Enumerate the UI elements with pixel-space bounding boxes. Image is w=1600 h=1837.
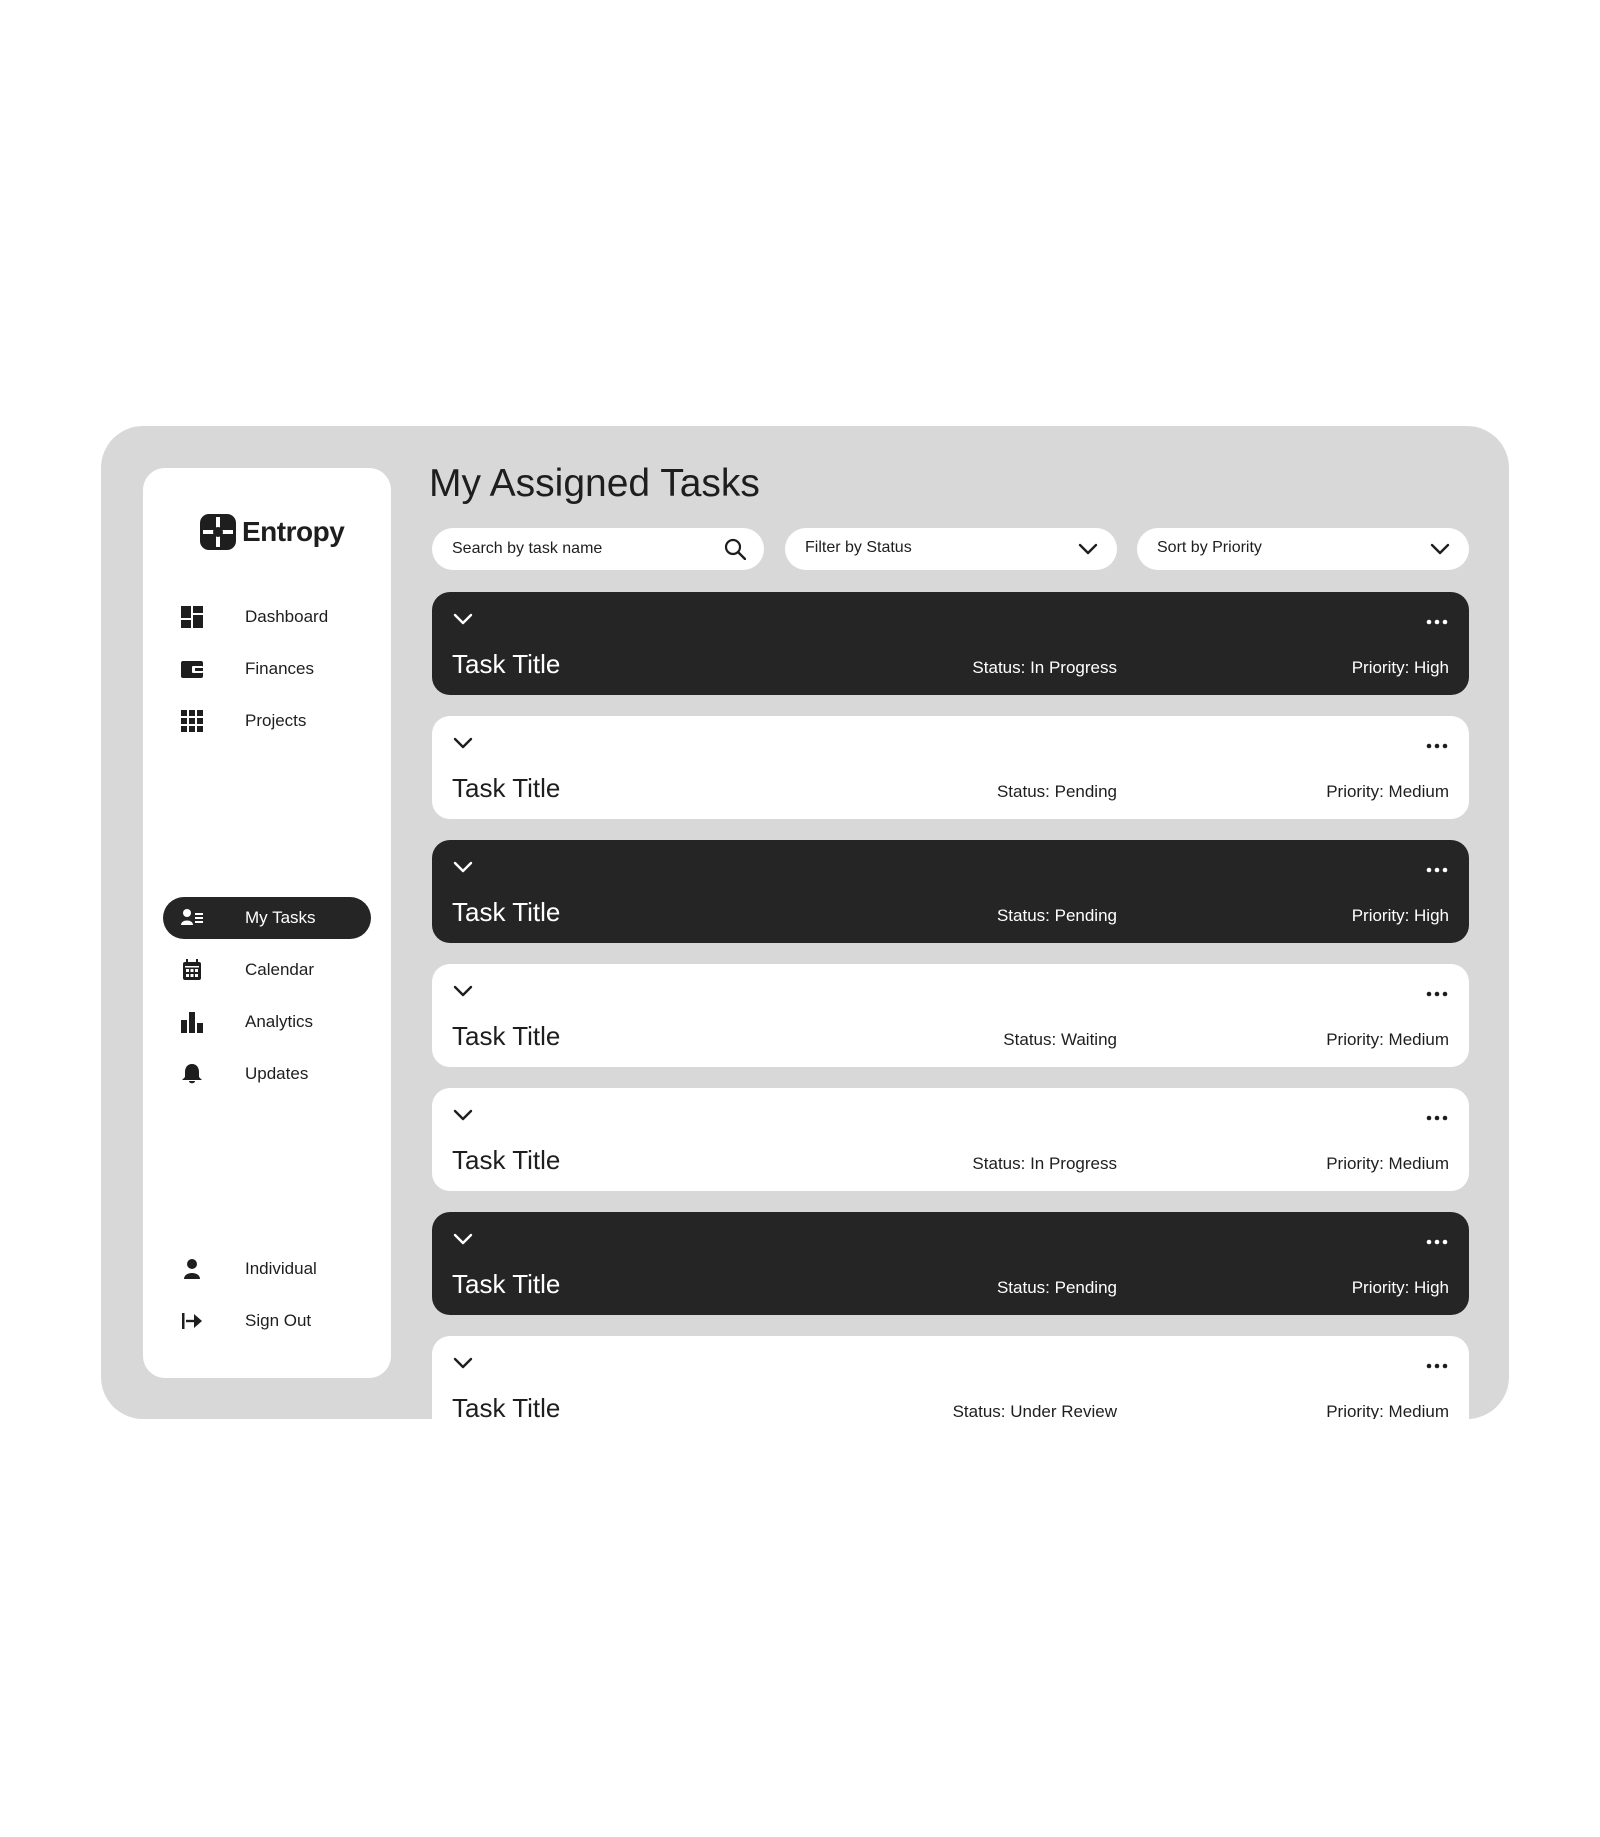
task-priority: Priority: High [1351,906,1449,925]
sidebar-item-label: Updates [245,1064,309,1083]
more-options-icon[interactable] [1425,1108,1449,1128]
sidebar-item-my-tasks[interactable]: My Tasks [163,897,371,939]
dashboard-icon [181,606,203,628]
task-title: Task Title [452,649,561,679]
task-priority: Priority: High [1351,1278,1449,1297]
sidebar-item-dashboard[interactable]: Dashboard [163,596,371,638]
sidebar: Entropy Dashboard Finances Projects My T… [143,468,391,1378]
bar-chart-icon [181,1012,203,1033]
task-status: Status: Under Review [952,1402,1117,1419]
sidebar-item-label: Dashboard [245,607,329,626]
task-priority: Priority: Medium [1326,1030,1449,1049]
more-options-icon[interactable] [1425,984,1449,1004]
sidebar-item-label: Projects [245,711,307,730]
task-priority: Priority: Medium [1326,782,1449,801]
task-title: Task Title [452,773,561,803]
status-filter-dropdown[interactable]: Filter by Status [785,528,1117,570]
more-options-icon[interactable] [1425,736,1449,756]
task-priority: Priority: High [1351,658,1449,677]
task-card[interactable]: Task Title Status: Under Review Priority… [432,1336,1469,1419]
sidebar-item-label: Sign Out [245,1311,312,1330]
status-filter-label: Filter by Status [805,539,912,556]
more-options-icon[interactable] [1425,612,1449,632]
person-icon [184,1259,200,1279]
calendar-icon [183,959,201,980]
sidebar-item-finances[interactable]: Finances [163,648,371,690]
task-status: Status: Pending [996,1278,1117,1297]
brand-name: Entropy [242,516,345,547]
chevron-down-icon [1430,543,1450,555]
task-status: Status: Pending [996,782,1117,801]
page-title: My Assigned Tasks [429,462,760,505]
priority-sort-label: Sort by Priority [1157,539,1262,556]
user-list-icon [181,909,203,925]
more-options-icon[interactable] [1425,860,1449,880]
sidebar-item-calendar[interactable]: Calendar [163,949,371,991]
chevron-down-icon[interactable] [452,856,474,878]
sidebar-item-label: My Tasks [245,908,316,927]
task-status: Status: Waiting [1003,1030,1117,1049]
sidebar-item-updates[interactable]: Updates [163,1053,371,1095]
task-title: Task Title [452,1145,561,1175]
more-options-icon[interactable] [1425,1232,1449,1252]
task-status: Status: Pending [996,906,1117,925]
task-title: Task Title [452,1269,561,1299]
chevron-down-icon[interactable] [452,980,474,1002]
chevron-down-icon[interactable] [452,1352,474,1374]
task-card[interactable]: Task Title Status: Waiting Priority: Med… [432,964,1469,1067]
chevron-down-icon[interactable] [452,732,474,754]
search-box[interactable] [432,528,764,570]
task-card[interactable]: Task Title Status: In Progress Priority:… [432,592,1469,695]
chevron-down-icon[interactable] [452,1104,474,1126]
priority-sort-dropdown[interactable]: Sort by Priority [1137,528,1469,570]
brand-logo[interactable]: Entropy [200,512,345,552]
more-options-icon[interactable] [1425,1356,1449,1376]
sidebar-item-projects[interactable]: Projects [163,700,371,742]
task-priority: Priority: Medium [1326,1154,1449,1173]
sidebar-item-sign-out[interactable]: Sign Out [163,1300,371,1342]
grid-icon [181,710,203,732]
sidebar-item-analytics[interactable]: Analytics [163,1001,371,1043]
sidebar-item-label: Finances [245,659,314,678]
task-card[interactable]: Task Title Status: In Progress Priority:… [432,1088,1469,1191]
sidebar-item-label: Calendar [245,960,314,979]
task-card[interactable]: Task Title Status: Pending Priority: Hig… [432,840,1469,943]
task-card[interactable]: Task Title Status: Pending Priority: Med… [432,716,1469,819]
sign-out-icon [182,1313,202,1329]
chevron-down-icon[interactable] [452,1228,474,1250]
search-input[interactable] [452,528,712,570]
task-title: Task Title [452,1021,561,1051]
task-status: Status: In Progress [972,1154,1117,1173]
sidebar-item-individual[interactable]: Individual [163,1248,371,1290]
entropy-logo-icon [200,514,236,550]
task-title: Task Title [452,897,561,927]
task-status: Status: In Progress [972,658,1117,677]
search-icon[interactable] [724,538,746,560]
sidebar-item-label: Individual [245,1259,317,1278]
task-title: Task Title [452,1393,561,1419]
task-card[interactable]: Task Title Status: Pending Priority: Hig… [432,1212,1469,1315]
bell-icon [182,1064,202,1084]
sidebar-item-label: Analytics [245,1012,314,1031]
chevron-down-icon[interactable] [452,608,474,630]
task-priority: Priority: Medium [1326,1402,1449,1419]
app-window: Entropy Dashboard Finances Projects My T… [101,426,1509,1419]
chevron-down-icon [1078,543,1098,555]
wallet-icon [181,661,203,678]
